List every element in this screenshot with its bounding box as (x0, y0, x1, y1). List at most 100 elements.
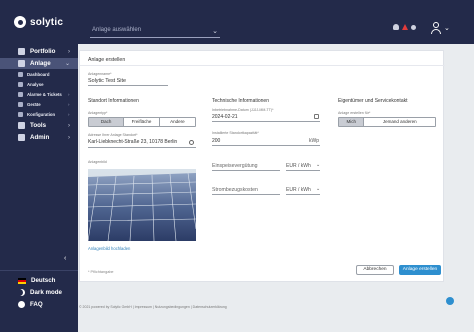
upload-photo-link[interactable]: Anlagenbild hochladen (88, 246, 130, 251)
create-plant-card: Anlage erstellen Anlagenname* Solytic Te… (79, 50, 445, 282)
chevron-down-icon: ⌄ (316, 162, 321, 168)
chevron-right-icon: › (68, 92, 70, 97)
electricity-cost-unit-select[interactable]: EUR / kWh (286, 187, 311, 193)
commissioning-date-label: Inbetriebnahme-Datum (JJJJ-MM-TT)* (212, 108, 274, 112)
sidebar-item-portfolio[interactable]: Portfolio › (0, 46, 78, 57)
moon-icon (18, 289, 25, 296)
plant-type-option-andere[interactable]: Andere (160, 118, 195, 126)
dashboard-icon (18, 72, 23, 77)
calendar-icon[interactable] (314, 114, 319, 119)
commissioning-date-underline (212, 121, 320, 122)
chevron-right-icon: › (68, 134, 70, 141)
language-label: Deutsch (31, 277, 56, 284)
plant-icon (18, 60, 25, 67)
sidebar-subitem-dashboard[interactable]: Dashboard (18, 72, 49, 77)
alarm-indicator[interactable] (393, 24, 416, 30)
plant-photo-label: Anlagenbild (88, 160, 107, 164)
sidebar-subitem-devices[interactable]: Geräte › (18, 102, 70, 107)
plant-select-placeholder: Anlage auswählen (92, 27, 142, 33)
chevron-right-icon: › (68, 122, 70, 129)
sidebar-item-label: Admin (30, 134, 50, 141)
plant-name-label: Anlagenname* (88, 72, 112, 76)
electricity-cost-unit-underline (286, 194, 320, 195)
plant-type-toggle: Dach Freifläche Andere (88, 117, 196, 127)
cancel-button[interactable]: Abbrechen (356, 265, 394, 275)
notification-dot-icon (411, 24, 416, 30)
language-selector[interactable]: Deutsch (18, 277, 55, 284)
plant-type-option-freiflaeche[interactable]: Freifläche (124, 118, 160, 126)
chevron-down-icon: ⌄ (212, 28, 218, 35)
capacity-label: Installierte Standortkapazität* (212, 131, 259, 135)
address-underline (88, 147, 196, 148)
analysis-icon (18, 82, 23, 87)
sidebar-subitem-analyse[interactable]: Analyse (18, 82, 43, 87)
plant-photo (88, 169, 196, 241)
create-for-label: Anlage erstellen für* (338, 111, 371, 115)
page-footer: © 2021 powered by Solytic GmbH | Impress… (79, 305, 227, 309)
sidebar-subitem-config[interactable]: Konfiguration › (18, 112, 70, 117)
electricity-cost-input[interactable]: Strombezugskosten (212, 187, 258, 193)
collapse-sidebar-icon[interactable]: ‹ (64, 255, 66, 262)
sidebar-subitem-alarms[interactable]: Alarme & Tickets › (18, 92, 70, 97)
logo-icon (14, 16, 26, 28)
bell-icon (393, 24, 399, 30)
sidebar-item-label: Tools (30, 122, 47, 129)
location-pin-icon[interactable] (189, 140, 194, 145)
create-for-option-someone-else[interactable]: Jemand anderen (364, 118, 435, 126)
portfolio-icon (18, 48, 25, 55)
help-icon (18, 301, 25, 308)
chat-icon[interactable] (446, 297, 454, 305)
feed-in-tariff-underline (212, 170, 280, 171)
admin-icon (18, 134, 25, 141)
dark-mode-label: Dark mode (30, 289, 62, 296)
divider (0, 270, 78, 271)
feed-in-tariff-input[interactable]: Einspeisevergütung (212, 163, 258, 169)
sidebar-subitem-label: Dashboard (27, 72, 50, 77)
section-location-heading: Standort Informationen (88, 98, 139, 104)
german-flag-icon (18, 277, 26, 284)
user-icon (433, 22, 439, 28)
create-for-option-me[interactable]: Mich (339, 118, 365, 126)
chevron-right-icon: › (68, 112, 70, 117)
alarm-icon (18, 92, 23, 97)
divider (80, 65, 445, 66)
card-title: Anlage erstellen (88, 57, 126, 63)
chevron-down-icon: ⌄ (64, 61, 70, 67)
sidebar-item-admin[interactable]: Admin › (0, 132, 78, 143)
feed-in-unit-underline (286, 170, 320, 171)
sidebar-subitem-label: Alarme & Tickets (27, 92, 62, 97)
commissioning-date-input[interactable]: 2024-02-21 (212, 114, 238, 120)
plant-type-label: Anlagentyp* (88, 111, 108, 115)
plant-type-option-dach[interactable]: Dach (89, 118, 125, 126)
chevron-right-icon: › (68, 48, 70, 55)
sidebar-subitem-label: Geräte (27, 102, 41, 107)
plant-select[interactable]: Anlage auswählen ⌄ (90, 26, 220, 38)
sidebar-item-anlage[interactable]: Anlage ⌄ (0, 58, 78, 69)
create-plant-button[interactable]: Anlage erstellen (399, 265, 441, 275)
capacity-input[interactable]: 200 (212, 138, 220, 144)
sidebar-item-tools[interactable]: Tools › (0, 120, 78, 131)
chevron-down-icon: ⌄ (316, 186, 321, 192)
plant-name-input[interactable]: Solytic Test Site (88, 78, 126, 84)
chevron-down-icon: ⌄ (444, 25, 450, 32)
tools-icon (18, 122, 25, 129)
address-label: Adresse Ihrer Anlage Standort* (88, 133, 138, 137)
sidebar: Portfolio › Anlage ⌄ Dashboard Analyse A… (0, 44, 78, 332)
sidebar-subitem-label: Konfiguration (27, 112, 56, 117)
chevron-right-icon: › (68, 102, 70, 107)
section-owner-heading: Eigentümer und Servicekontakt (338, 98, 408, 104)
solytic-logo[interactable]: solytic (14, 16, 63, 28)
capacity-unit: kWp (309, 138, 319, 144)
section-technical-heading: Technische Informationen (212, 98, 269, 104)
plant-name-underline (88, 85, 168, 86)
required-note: * Pflichtangabe (88, 270, 114, 274)
capacity-underline (212, 145, 320, 146)
config-icon (18, 112, 23, 117)
alert-icon (402, 24, 408, 30)
sidebar-item-label: Anlage (30, 60, 51, 67)
devices-icon (18, 102, 23, 107)
address-input[interactable]: Karl-Liebknecht-Straße 23, 10178 Berlin (88, 139, 177, 145)
dark-mode-toggle[interactable]: Dark mode (18, 289, 62, 296)
faq-link[interactable]: FAQ (18, 301, 43, 308)
feed-in-unit-select[interactable]: EUR / kWh (286, 163, 311, 169)
